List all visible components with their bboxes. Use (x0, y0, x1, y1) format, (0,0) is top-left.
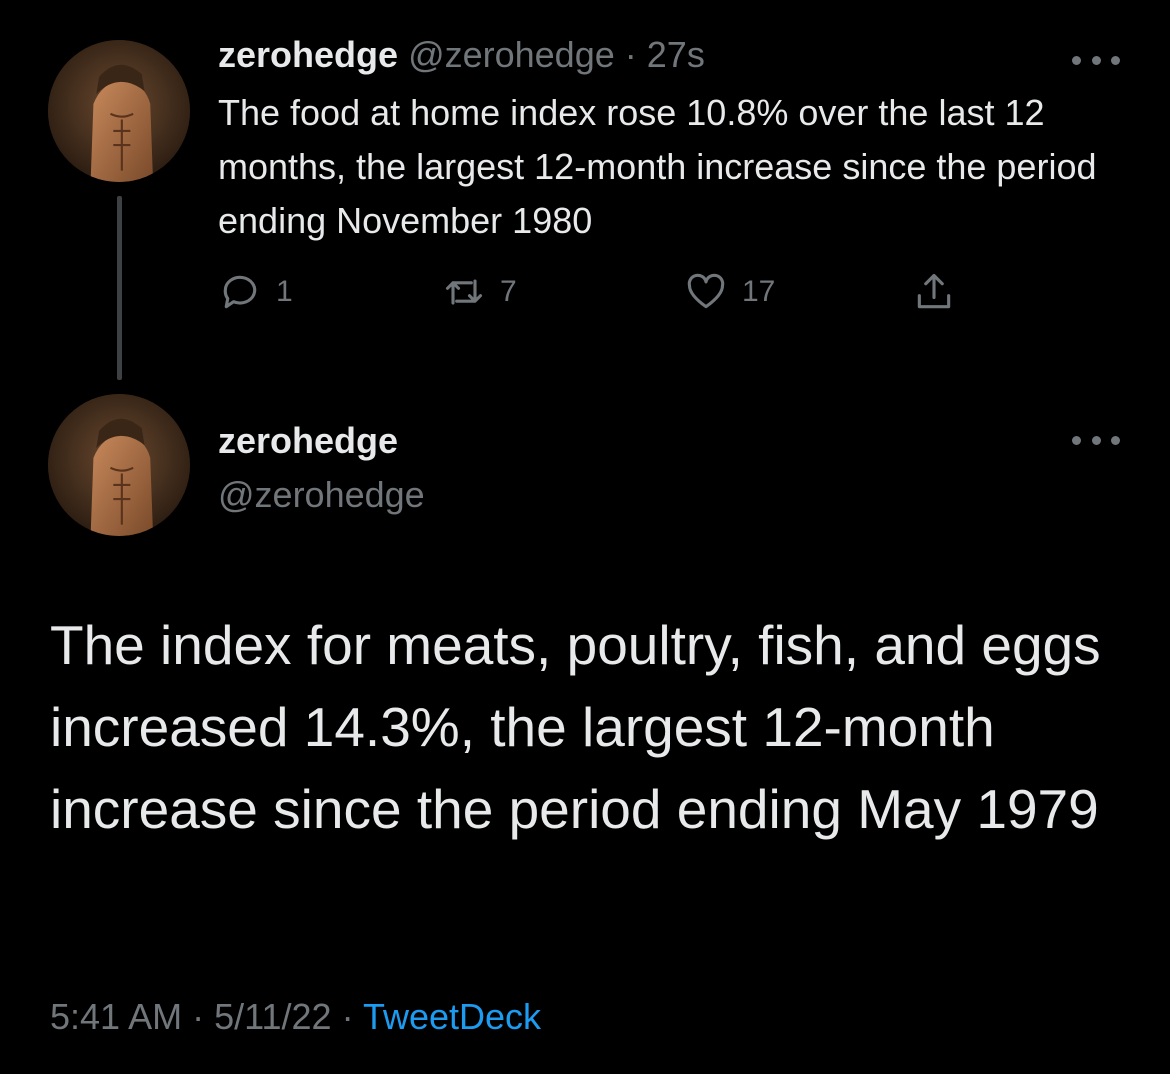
reply-button[interactable]: 1 (218, 268, 293, 316)
more-icon[interactable] (1072, 50, 1120, 70)
thread-line (117, 196, 122, 380)
author-handle[interactable]: @zerohedge (408, 34, 615, 75)
like-count: 17 (742, 275, 776, 308)
avatar-image (48, 40, 190, 182)
share-icon (917, 273, 951, 309)
tweet-date[interactable]: 5/11/22 (214, 996, 331, 1037)
tweet-meta: 5:41 AM · 5/11/22 · TweetDeck (50, 996, 541, 1038)
more-icon[interactable] (1072, 430, 1120, 450)
avatar[interactable] (48, 394, 190, 536)
tweet-text: The index for meats, poultry, fish, and … (50, 614, 1101, 840)
tweet-header: zerohedge @zerohedge · 27s (218, 34, 705, 76)
separator: · (624, 34, 637, 75)
heart-icon (687, 273, 725, 309)
avatar[interactable] (48, 40, 190, 182)
retweet-icon (445, 279, 483, 305)
reply-count: 1 (276, 275, 293, 308)
tweet-time[interactable]: 5:41 AM (50, 996, 182, 1037)
separator: · (341, 996, 354, 1037)
retweet-button[interactable]: 7 (442, 268, 517, 316)
tweet-time[interactable]: 27s (647, 34, 705, 75)
like-button[interactable]: 17 (684, 268, 775, 316)
tweet-text: The food at home index rose 10.8% over t… (218, 92, 1097, 241)
retweet-count: 7 (500, 275, 517, 308)
share-button[interactable] (912, 268, 956, 316)
tweet-source-link[interactable]: TweetDeck (363, 996, 541, 1037)
separator: · (192, 996, 205, 1037)
reply-icon (223, 275, 257, 309)
author-name[interactable]: zerohedge (218, 420, 398, 462)
avatar-image (48, 394, 190, 536)
author-handle[interactable]: @zerohedge (218, 474, 425, 516)
author-name[interactable]: zerohedge (218, 34, 398, 75)
